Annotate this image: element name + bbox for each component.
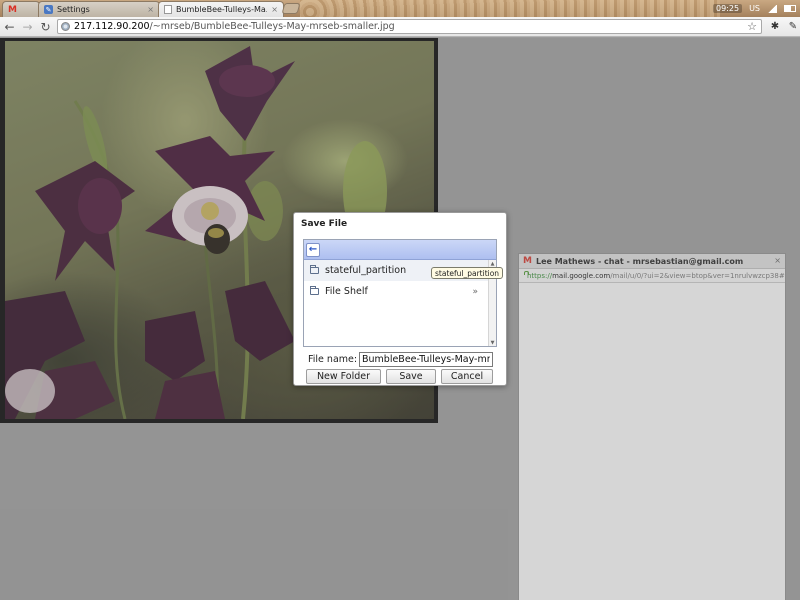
chat-panel: M Lee Mathews - chat - mrsebastian@gmail… bbox=[518, 253, 786, 600]
scroll-down-icon[interactable]: ▼ bbox=[489, 339, 496, 346]
filename-input[interactable] bbox=[359, 352, 493, 367]
dialog-title: Save File bbox=[301, 219, 348, 229]
new-tab-button[interactable] bbox=[281, 3, 301, 14]
reload-icon[interactable]: ↻ bbox=[37, 18, 54, 35]
tab-label: Settings bbox=[57, 5, 90, 14]
back-arrow-icon[interactable]: ← bbox=[306, 242, 320, 257]
folder-icon bbox=[310, 286, 319, 295]
omnibox[interactable]: 217.112.90.200/~mrseb/BumbleBee-Tulleys-… bbox=[57, 19, 762, 34]
tab-gmail[interactable]: M bbox=[2, 1, 40, 17]
file-list-header: ← bbox=[304, 240, 496, 260]
gmail-icon: M bbox=[8, 4, 17, 15]
folder-icon bbox=[310, 265, 319, 274]
document-icon bbox=[164, 5, 172, 14]
url-text[interactable]: 217.112.90.200/~mrseb/BumbleBee-Tulleys-… bbox=[74, 21, 395, 32]
tab-image[interactable]: BumbleBee-Tulleys-Ma... × bbox=[158, 1, 284, 17]
clock[interactable]: 09:25 bbox=[713, 4, 743, 13]
url-path: /~mrseb/BumbleBee-Tulleys-May-mrseb-smal… bbox=[149, 21, 395, 32]
list-item[interactable]: File Shelf » bbox=[304, 281, 496, 302]
star-icon[interactable]: ☆ bbox=[747, 20, 757, 33]
back-icon[interactable]: ← bbox=[1, 18, 18, 35]
tab-strip: M ✎ Settings × BumbleBee-Tulleys-Ma... ×… bbox=[0, 0, 800, 17]
status-tray: 09:25 US bbox=[713, 1, 796, 16]
wrench-icon: ✎ bbox=[44, 5, 53, 14]
filename-label: File name: bbox=[308, 354, 358, 365]
battery-icon[interactable] bbox=[784, 5, 796, 12]
save-button[interactable]: Save bbox=[386, 369, 436, 384]
save-file-dialog: Save File ← stateful_partition File Shel… bbox=[293, 212, 507, 386]
forward-icon[interactable]: → bbox=[19, 18, 36, 35]
tab-settings[interactable]: ✎ Settings × bbox=[38, 1, 160, 17]
file-list: ← stateful_partition File Shelf » ▲ ▼ bbox=[303, 239, 497, 347]
list-item-label: stateful_partition bbox=[325, 265, 407, 276]
theme-artwork bbox=[300, 0, 720, 17]
extension-icon[interactable]: ✱ bbox=[768, 19, 782, 33]
chat-overlay bbox=[519, 254, 785, 600]
list-item-label: File Shelf bbox=[325, 286, 368, 297]
tooltip: stateful_partition bbox=[431, 267, 504, 279]
globe-icon bbox=[61, 22, 70, 31]
tab-label: BumbleBee-Tulleys-Ma... bbox=[176, 5, 268, 14]
cancel-button[interactable]: Cancel bbox=[441, 369, 493, 384]
locale-indicator[interactable]: US bbox=[749, 4, 760, 13]
close-icon[interactable]: × bbox=[271, 5, 278, 14]
toolbar-actions: ✱ ✎ bbox=[768, 19, 800, 33]
wrench-menu-icon[interactable]: ✎ bbox=[786, 19, 800, 33]
new-folder-button[interactable]: New Folder bbox=[306, 369, 381, 384]
chevron-right-icon[interactable]: » bbox=[472, 287, 478, 297]
browser-toolbar: ← → ↻ 217.112.90.200/~mrseb/BumbleBee-Tu… bbox=[0, 17, 800, 37]
close-icon[interactable]: × bbox=[147, 5, 154, 14]
scroll-up-icon[interactable]: ▲ bbox=[489, 260, 496, 267]
url-host: 217.112.90.200 bbox=[74, 21, 150, 32]
signal-icon[interactable] bbox=[767, 4, 777, 13]
